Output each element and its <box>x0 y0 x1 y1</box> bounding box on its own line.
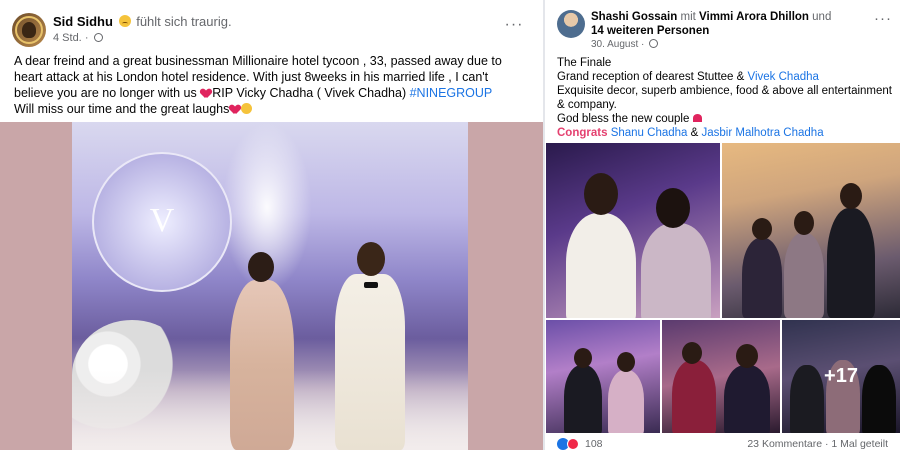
grid-photo-2[interactable] <box>722 143 900 318</box>
avatar[interactable] <box>12 13 46 47</box>
post-time-link[interactable]: 4 Std. <box>53 32 82 44</box>
right-post-card: Shashi Gossain mit Vimmi Arora Dhillon u… <box>545 0 900 450</box>
tagged-person-link[interactable]: Jasbir Malhotra Chadha <box>702 127 824 139</box>
tagged-person-link[interactable]: Vivek Chadha <box>748 71 819 83</box>
post-meta: 30. August · <box>591 39 659 50</box>
globe-icon[interactable] <box>649 39 659 48</box>
grid-photo-5[interactable]: +17 <box>782 320 900 433</box>
feeling-text: fühlt sich traurig. <box>136 14 232 29</box>
reactions-bar: 108 23 Kommentare · 1 Mal geteilt <box>545 436 900 450</box>
post-line-4: God bless the new couple <box>557 113 690 125</box>
more-photos-overlay[interactable]: +17 <box>782 320 900 433</box>
broken-heart-icon <box>201 89 211 98</box>
left-post-card: Sid Sidhu fühlt sich traurig. 4 Std. · ·… <box>0 0 543 450</box>
tagged-person-link[interactable]: Shanu Chadha <box>611 127 688 139</box>
tagged-others-link[interactable]: 14 weiteren Personen <box>591 25 709 37</box>
rip-text: RIP Vicky Chadha ( Vivek Chadha) <box>212 86 407 100</box>
post-line-2: Grand reception of dearest Stuttee & <box>557 71 745 83</box>
post-text: A dear freind and a great businessman Mi… <box>14 53 529 117</box>
grid-photo-1[interactable] <box>546 143 720 318</box>
author-name-link[interactable]: Sid Sidhu <box>53 14 113 29</box>
more-options-button[interactable]: ··· <box>504 17 524 34</box>
post-meta: 4 Std. · <box>53 32 103 44</box>
heart-icon <box>692 114 702 122</box>
post-photo[interactable]: V <box>72 122 468 450</box>
more-photos-count: +17 <box>824 365 858 387</box>
reaction-count[interactable]: 108 <box>585 438 603 450</box>
bride-figure <box>222 252 302 450</box>
more-options-button[interactable]: ··· <box>874 11 892 26</box>
author-line: Shashi Gossain mit Vimmi Arora Dhillon u… <box>591 11 832 37</box>
groom-figure <box>327 242 412 450</box>
monogram-logo: V <box>92 152 232 292</box>
hashtag-link[interactable]: #NINEGROUP <box>410 86 493 100</box>
grid-photo-4[interactable] <box>662 320 780 433</box>
author-name-link[interactable]: Shashi Gossain <box>591 11 677 23</box>
tagged-person-link[interactable]: Vimmi Arora Dhillon <box>699 11 809 23</box>
love-reaction-icon[interactable] <box>567 438 579 450</box>
comments-share-info[interactable]: 23 Kommentare · 1 Mal geteilt <box>747 438 888 450</box>
post-line-1: The Finale <box>557 57 612 69</box>
sad-face-icon <box>241 103 253 114</box>
author-line: Sid Sidhu fühlt sich traurig. <box>53 14 232 29</box>
congrats-label: Congrats <box>557 127 608 139</box>
broken-heart-icon <box>230 105 240 114</box>
photo-grid: +17 <box>545 143 900 433</box>
globe-icon[interactable] <box>93 33 103 42</box>
post-text: The Finale Grand reception of dearest St… <box>557 57 892 139</box>
post-date-link[interactable]: 30. August <box>591 39 638 50</box>
sad-face-icon <box>118 15 131 27</box>
post-line-3: Exquisite decor, superb ambience, food &… <box>557 85 892 111</box>
post-body-text-2: Will miss our time and the great laughs <box>14 102 230 116</box>
grid-photo-3[interactable] <box>546 320 660 433</box>
post-header: Sid Sidhu fühlt sich traurig. 4 Std. · ·… <box>12 11 532 47</box>
post-photo-container: V <box>0 122 543 450</box>
avatar[interactable] <box>557 10 585 38</box>
